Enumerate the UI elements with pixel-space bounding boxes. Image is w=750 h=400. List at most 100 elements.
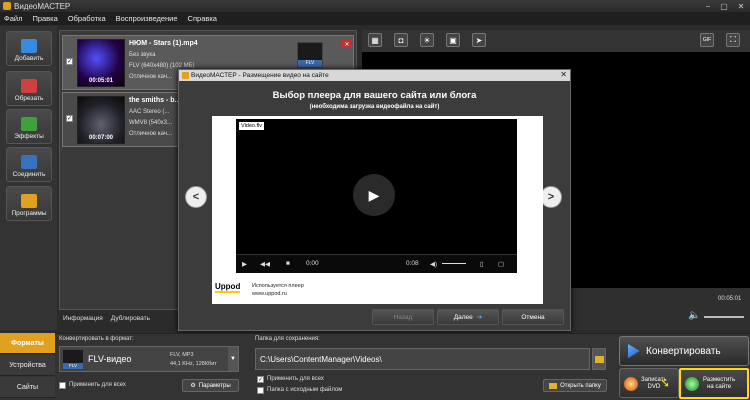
save-label: Папка для сохранения: [255,336,320,342]
file-name: the smiths - b... [129,97,181,104]
format-section: Конвертировать в формат: FLV FLV-видео F… [57,333,249,400]
dvd-disc-icon [624,377,638,391]
dialog-close-icon[interactable]: ✕ [560,70,567,79]
clapper-icon[interactable]: ▣ [446,33,460,47]
params-label: Параметры [198,382,231,389]
format-badge: FLV [63,363,83,369]
cut-film-icon [21,79,37,93]
browse-folder-button[interactable] [592,348,606,370]
join-button[interactable]: Соединить [6,147,52,182]
chevron-down-icon[interactable]: ▼ [228,347,238,371]
window-icon[interactable]: ▯ [480,260,484,268]
next-arrow-icon: ➜ [476,314,483,321]
player-preview: Video.flv ▶ ▶ ◀◀ ■ 0:00 0:08 ◀) ▯ ▢ Uppo… [212,116,543,304]
apply-all-format-label: Применить для всех [69,382,126,388]
effects-button[interactable]: Эффекты [6,109,52,144]
programs-button[interactable]: Программы [6,186,52,221]
remove-file-icon[interactable]: ✕ [342,40,352,48]
menu-file[interactable]: Файл [4,14,22,23]
effects-label: Эффекты [14,133,44,140]
menu-help[interactable]: Справка [188,14,217,23]
volume-slider[interactable] [442,263,466,264]
add-film-icon [21,39,37,53]
play-big-icon[interactable]: ▶ [353,174,395,216]
brightness-icon[interactable]: ☀ [420,33,434,47]
minimize-button[interactable]: − [700,0,716,12]
apply-all-format-checkbox[interactable] [59,382,66,389]
file-checkbox[interactable]: ✓ [66,58,73,65]
flv-format-icon: FLV [63,350,83,369]
back-button[interactable]: Назад [372,309,434,325]
volume-icon[interactable]: 🔈 [688,310,700,321]
window-title: ВидеоМАСТЕР [14,1,71,11]
rewind-icon[interactable]: ◀◀ [260,260,270,268]
convert-button[interactable]: Конвертировать [619,336,749,366]
cancel-label: Отмена [521,313,545,321]
uppod-note: Используется плеер www.uppod.ru [252,282,304,298]
publish-dialog: ВидеоМАСТЕР - Размещение видео на сайте … [178,69,571,331]
file-audio: Без звука [129,52,156,58]
preview-toolbar: ▦ ◘ ☀ ▣ ➤ GIF ⛶ [362,30,750,52]
preview-time: 00:05:01 [718,296,742,302]
join-label: Соединить [12,171,46,178]
convert-play-icon [628,344,640,358]
file-duration: 00:05:01 [88,78,114,84]
volume-slider[interactable] [704,316,744,318]
open-folder-button[interactable]: Открыть папку [543,379,607,392]
file-video: WMV8 (540x3... [129,120,173,126]
next-player-button[interactable]: > [540,186,562,208]
play-icon[interactable]: ▶ [242,260,247,268]
tab-sites[interactable]: Сайты [0,377,55,398]
add-label: Добавить [14,55,44,62]
format-info: FLV, MP3 44,1 KHz, 128Кбит [170,351,217,369]
volume-icon[interactable]: ◀) [430,260,437,268]
gear-icon: ⚙ [190,383,196,389]
save-section: Папка для сохранения: C:\Users\ContentMa… [253,333,611,400]
time-start: 0:00 [306,260,319,267]
file-quality[interactable]: Отличное кач... [129,74,172,80]
menu-playback[interactable]: Воспроизведение [116,14,178,23]
fullscreen-icon[interactable]: ⛶ [726,33,740,47]
menu-process[interactable]: Обработка [68,14,106,23]
format-select[interactable]: FLV FLV-видео FLV, MP3 44,1 KHz, 128Кбит… [59,346,239,372]
menu-edit[interactable]: Правка [32,14,57,23]
cancel-button[interactable]: Отмена [502,309,564,325]
add-button[interactable]: Добавить [6,31,52,66]
file-thumbnail: 00:07:00 [77,96,125,144]
publish-web-button[interactable]: Разместить на сайте [679,368,749,399]
back-label: Назад [393,313,413,321]
cut-button[interactable]: Обрезать [6,71,52,106]
file-duration: 00:07:00 [88,135,114,141]
dialog-subheading: (необходима загрузка видеофайла на сайт) [309,104,440,110]
uppod-url[interactable]: www.uppod.ru [252,290,304,298]
duplicate-button[interactable]: Дублировать [111,315,150,322]
uppod-logo: Uppod [215,282,241,293]
close-button[interactable]: ✕ [732,0,750,12]
speed-runner-icon[interactable]: ➤ [472,33,486,47]
apply-all-save-checkbox[interactable]: ✓ [257,376,264,383]
tab-devices[interactable]: Устройства [0,355,55,376]
format-name: FLV-видео [88,354,132,364]
next-button[interactable]: Далее ➜ [437,309,499,325]
tab-formats[interactable]: Форматы [0,333,55,354]
save-path-input[interactable]: C:\Users\ContentManager\Videos\ [255,348,590,370]
file-checkbox[interactable]: ✓ [66,115,73,122]
maximize-button[interactable]: ▢ [716,0,732,12]
format-tabs: Форматы Устройства Сайты [0,333,55,400]
params-button[interactable]: ⚙ Параметры [182,379,239,392]
filmstrip-icon[interactable]: ▦ [368,33,382,47]
uppod-note-text: Используется плеер [252,283,304,289]
source-folder-checkbox[interactable] [257,387,264,394]
info-button[interactable]: Информация [63,315,103,322]
gif-icon[interactable]: GIF [700,33,714,47]
file-quality[interactable]: Отличное кач... [129,131,172,137]
prev-player-button[interactable]: < [185,186,207,208]
open-folder-label: Открыть папку [560,382,601,389]
web-label-2: на сайте [707,384,732,390]
crop-icon[interactable]: ◘ [394,33,408,47]
format-info-1: FLV, MP3 [170,352,194,358]
stop-icon[interactable]: ■ [286,260,290,267]
time-end: 0:08 [406,260,419,267]
flv-badge-label: FLV [298,60,322,67]
fullscreen-icon[interactable]: ▢ [498,260,504,268]
